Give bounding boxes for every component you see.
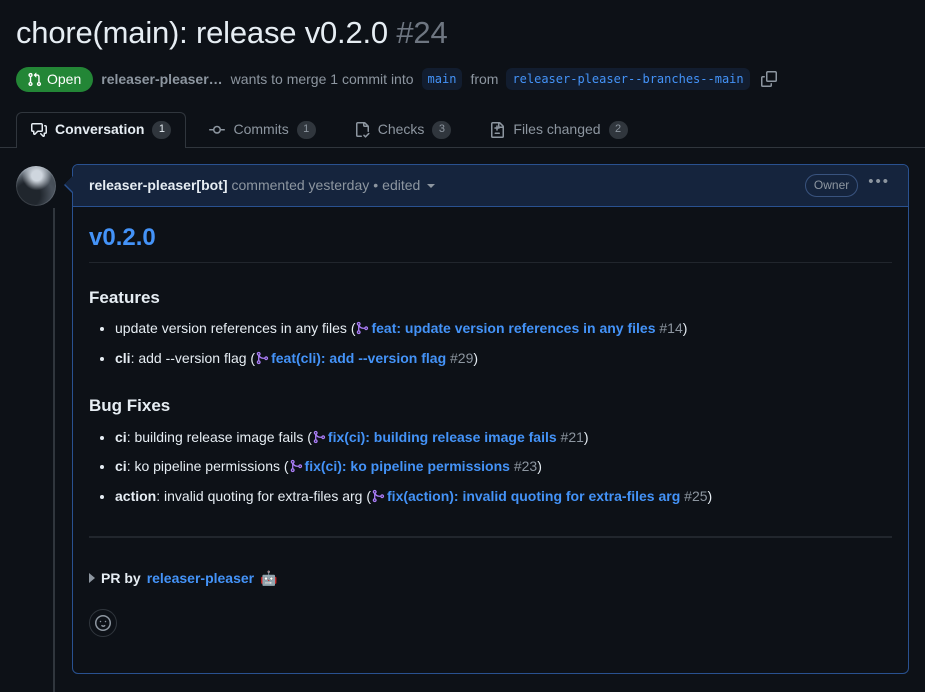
change-description: : invalid quoting for extra-files arg [156, 488, 363, 504]
tab-label: Checks [377, 121, 425, 138]
tab-files-changed[interactable]: Files changed 2 [474, 112, 642, 148]
features-list: update version references in any files (… [89, 318, 892, 371]
git-merge-icon [371, 488, 385, 510]
list-item: cli: add --version flag (feat(cli): add … [115, 348, 892, 372]
status-badge: Open [16, 66, 94, 92]
page-title: chore(main): release v0.2.0 #24 [16, 14, 909, 53]
file-diff-icon [489, 121, 505, 138]
pr-number: #24 [396, 15, 448, 50]
git-merge-icon [355, 320, 369, 342]
tab-label: Commits [233, 121, 289, 138]
change-description: : ko pipeline permissions [126, 458, 280, 475]
tab-conversation[interactable]: Conversation 1 [16, 111, 187, 148]
checklist-icon [354, 121, 370, 138]
git-merge-icon [312, 429, 326, 451]
list-item: ci: building release image fails (fix(ci… [115, 427, 892, 451]
change-description: : add --version flag [130, 349, 247, 366]
pr-subheader: Open releaser-pleaser… wants to merge 1 … [16, 66, 909, 92]
bug-fixes-list: ci: building release image fails (fix(ci… [89, 427, 892, 510]
close-paren: ) [583, 428, 589, 445]
commit-link[interactable]: feat: update version references in any f… [371, 320, 655, 336]
list-item: ci: ko pipeline permissions (fix(ci): ko… [115, 456, 892, 480]
merge-description: wants to merge 1 commit into [230, 71, 414, 88]
tab-checks[interactable]: Checks 3 [339, 112, 467, 148]
avatar[interactable] [16, 165, 56, 206]
releaser-pleaser-link[interactable]: releaser-pleaser [147, 568, 254, 589]
comment-item: releaser-pleaser[bot] commented yesterda… [16, 163, 909, 674]
comment-action: commented yesterday [231, 177, 370, 194]
tab-commits[interactable]: Commits 1 [194, 112, 330, 148]
section-heading-bug-fixes: Bug Fixes [89, 396, 171, 416]
commit-link[interactable]: fix(action): invalid quoting for extra-f… [387, 488, 680, 504]
comment-author[interactable]: releaser-pleaser[bot] [89, 177, 228, 193]
change-scope: ci [115, 428, 127, 445]
smiley-icon[interactable] [89, 608, 117, 637]
list-item: update version references in any files (… [115, 318, 892, 342]
tab-label: Files changed [513, 121, 601, 138]
git-commit-icon [209, 122, 226, 138]
change-scope: ci [115, 458, 127, 475]
comment-body: v0.2.0 Features update version reference… [73, 207, 908, 605]
owner-badge: Owner [804, 173, 859, 197]
issue-reference[interactable]: #29 [450, 350, 473, 366]
status-badge-label: Open [47, 71, 82, 88]
change-description: update version references in any files [115, 320, 347, 336]
tab-counter: 2 [608, 120, 628, 139]
kebab-horizontal-icon[interactable]: ••• [868, 174, 892, 192]
git-merge-icon [289, 458, 303, 480]
reactions-bar [73, 605, 908, 653]
edited-label: edited [382, 177, 421, 194]
comment-header: releaser-pleaser[bot] commented yesterda… [73, 164, 908, 207]
comment-box: releaser-pleaser[bot] commented yesterda… [64, 163, 909, 674]
git-pull-request-icon [27, 72, 42, 87]
tab-counter: 1 [152, 120, 172, 139]
close-paren: ) [537, 458, 542, 475]
list-item: action: invalid quoting for extra-files … [115, 486, 892, 510]
pr-title-text: chore(main): release v0.2.0 [16, 15, 388, 50]
tab-counter: 1 [296, 120, 316, 139]
details-prefix: PR by [101, 569, 141, 586]
robot-emoji: 🤖 [260, 569, 278, 586]
section-heading-features: Features [89, 287, 160, 307]
chevron-down-icon [427, 184, 436, 189]
tab-label: Conversation [55, 121, 145, 138]
close-paren: ) [707, 488, 713, 504]
pr-by-details-toggle[interactable]: PR by releaser-pleaser 🤖 [89, 568, 892, 589]
commit-link[interactable]: feat(cli): add --version flag [271, 350, 446, 366]
change-scope: cli [115, 349, 131, 366]
pr-tabs: Conversation 1 Commits 1 Checks 3 Files … [0, 110, 925, 148]
commit-link[interactable]: fix(ci): ko pipeline permissions [305, 458, 510, 474]
change-scope: action [115, 488, 157, 504]
conversation-timeline: releaser-pleaser[bot] commented yesterda… [0, 148, 925, 692]
base-branch-chip[interactable]: main [421, 68, 463, 91]
head-branch-chip[interactable]: releaser-pleaser--branches--main [506, 68, 750, 91]
release-version-heading: v0.2.0 [89, 223, 892, 263]
commit-link[interactable]: fix(ci): building release image fails [328, 429, 557, 445]
chevron-right-icon [89, 573, 95, 584]
comment-header-actions: Owner ••• [804, 173, 892, 197]
comment-discussion-icon [31, 122, 47, 138]
from-label: from [470, 71, 499, 88]
meta-separator: • [373, 177, 379, 194]
issue-reference[interactable]: #25 [684, 488, 707, 504]
comment-meta[interactable]: commented yesterday • edited [232, 177, 436, 193]
copy-icon[interactable] [758, 68, 780, 90]
tab-counter: 3 [432, 120, 452, 139]
divider [89, 535, 892, 538]
close-paren: ) [682, 320, 688, 336]
issue-reference[interactable]: #14 [659, 320, 682, 336]
change-description: : building release image fails [126, 428, 304, 445]
close-paren: ) [473, 349, 479, 366]
pr-author[interactable]: releaser-pleaser… [101, 71, 222, 87]
issue-reference[interactable]: #21 [561, 429, 584, 445]
pr-header: chore(main): release v0.2.0 #24 Open rel… [0, 0, 925, 92]
git-merge-icon [255, 350, 269, 372]
issue-reference[interactable]: #23 [514, 458, 537, 474]
